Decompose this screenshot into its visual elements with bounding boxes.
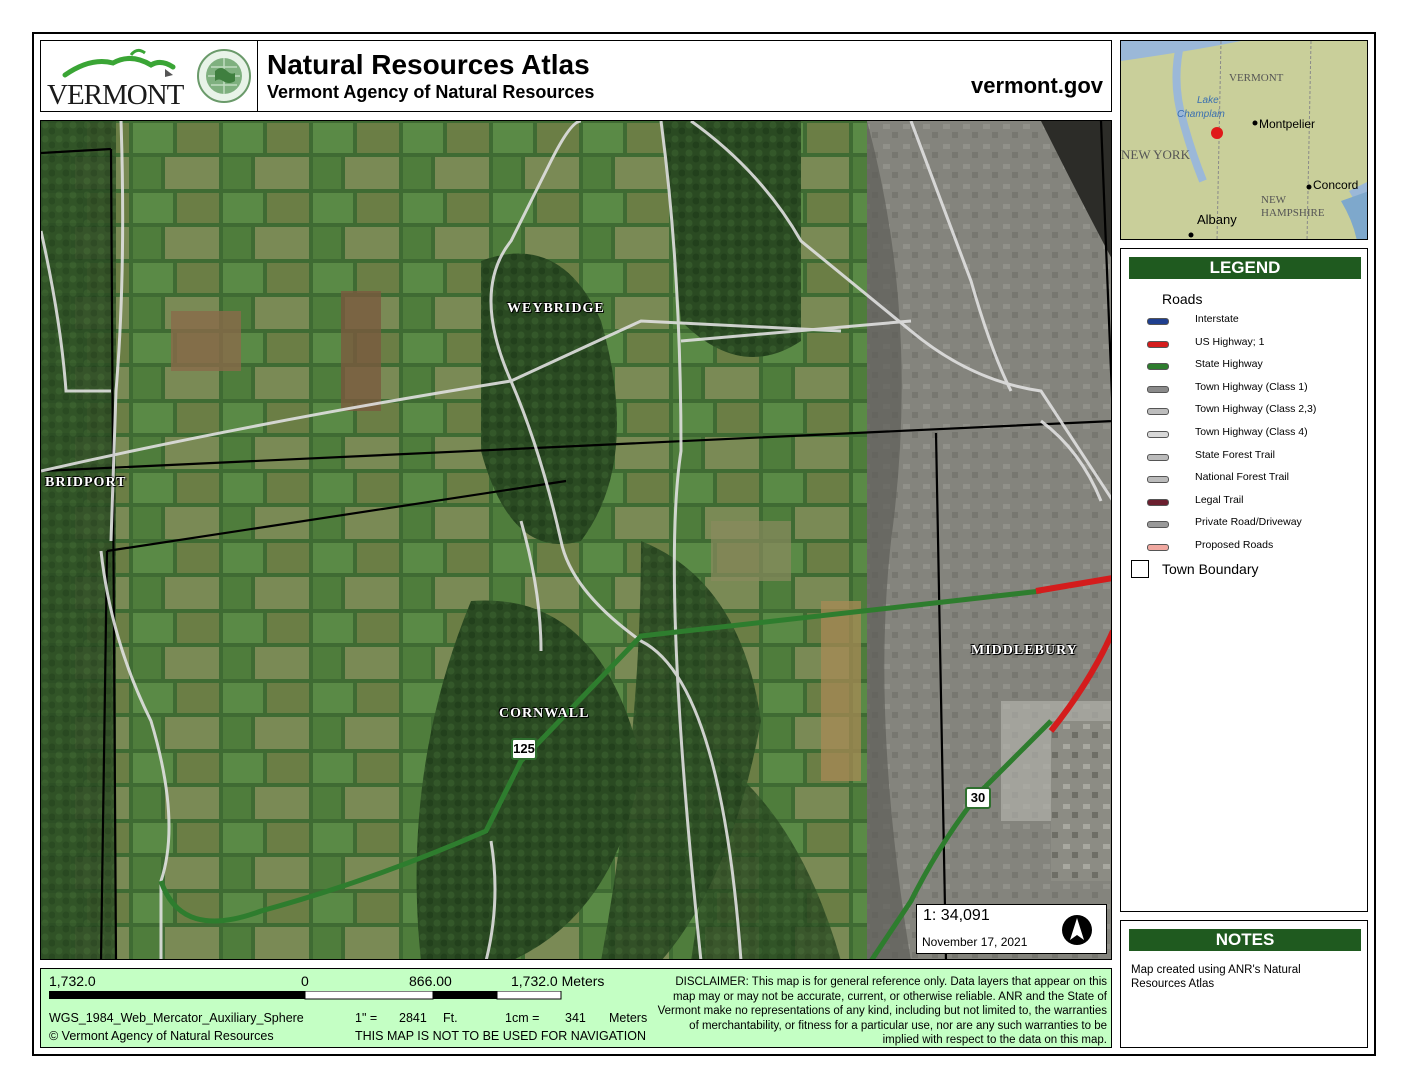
main-map[interactable]: WEYBRIDGE BRIDPORT CORNWALL MIDDLEBURY 1… — [40, 120, 1112, 960]
north-arrow-icon — [1062, 915, 1092, 945]
route-30-shield: 30 — [965, 787, 991, 809]
notes-panel: NOTES Map created using ANR's Natural Re… — [1120, 920, 1368, 1048]
legend-swatch — [1147, 408, 1169, 416]
projection-label: WGS_1984_Web_Mercator_Auxiliary_Sphere — [49, 1011, 304, 1025]
town-label-weybridge: WEYBRIDGE — [507, 301, 605, 316]
cm-scale-value: 341 — [565, 1011, 586, 1025]
legend-item: National Forest Trail — [1147, 469, 1367, 489]
legend-item-label: Legal Trail — [1195, 493, 1244, 506]
legend-item-label: US Highway; 1 — [1195, 335, 1265, 348]
svg-text:Albany: Albany — [1197, 212, 1237, 227]
scale-bar-mid-label: 866.00 — [409, 973, 452, 989]
legend-swatch — [1147, 340, 1169, 348]
legend-swatch — [1147, 476, 1169, 484]
cm-scale-label: 1cm = — [505, 1011, 540, 1025]
legend-item: Proposed Roads — [1147, 537, 1367, 557]
legend-item-label: Private Road/Driveway — [1195, 516, 1302, 529]
town-boundary-swatch — [1131, 560, 1149, 578]
scale-bar-right-label: 1,732.0 Meters — [511, 973, 605, 989]
svg-text:Champlain: Champlain — [1177, 109, 1225, 120]
town-label-middlebury: MIDDLEBURY — [971, 643, 1078, 658]
legend-item: State Highway — [1147, 356, 1367, 376]
header: VERMONT Natural Resources Atlas Vermont … — [40, 40, 1112, 112]
legend-item: State Forest Trail — [1147, 447, 1367, 467]
vermont-logo-text: VERMONT — [47, 79, 184, 111]
svg-text:NEW YORK: NEW YORK — [1121, 147, 1191, 162]
scale-bar — [49, 991, 562, 1000]
map-date: November 17, 2021 — [922, 935, 1028, 949]
legend-swatch — [1147, 318, 1169, 325]
legend-item: Private Road/Driveway — [1147, 514, 1367, 534]
site-link[interactable]: vermont.gov — [971, 73, 1103, 99]
scale-bar-zero-label: 0 — [301, 973, 309, 989]
scale-date-box: 1: 34,091 November 17, 2021 — [916, 904, 1107, 954]
legend-item: Town Highway (Class 1) — [1147, 379, 1367, 399]
cm-scale-unit: Meters — [609, 1011, 648, 1025]
legend-swatch — [1147, 385, 1169, 393]
scale-bar-left-label: 1,732.0 — [49, 973, 96, 989]
page-title: Natural Resources Atlas — [267, 49, 590, 80]
scale-ratio: 1: 34,091 — [923, 907, 990, 924]
route-125-shield: 125 — [511, 738, 537, 760]
legend-panel: LEGEND Roads Interstate US Highway; 1 Stat… — [1120, 248, 1368, 912]
legend-swatch — [1147, 521, 1169, 529]
notes-title: NOTES — [1129, 929, 1361, 951]
inset-map-graphic: VERMONT Lake Champlain Montpelier NEW YO… — [1121, 41, 1367, 239]
aerial-imagery — [41, 121, 1111, 959]
legend-item: US Highway; 1 — [1147, 334, 1367, 354]
svg-text:Concord: Concord — [1313, 178, 1358, 192]
svg-text:HAMPSHIRE: HAMPSHIRE — [1261, 207, 1325, 219]
legend-item-label: Interstate — [1195, 313, 1239, 325]
inch-scale-unit: Ft. — [443, 1011, 458, 1025]
town-label-cornwall: CORNWALL — [499, 706, 590, 721]
legend-swatch — [1147, 544, 1169, 551]
legend-item-label: Town Highway (Class 2,3) — [1195, 403, 1317, 416]
anr-globe-icon — [197, 49, 251, 103]
legend-item: Legal Trail — [1147, 492, 1367, 512]
navigation-warning: THIS MAP IS NOT TO BE USED FOR NAVIGATIO… — [355, 1029, 647, 1043]
notes-text: Map created using ANR's Natural Resource… — [1131, 964, 1301, 990]
legend-item: Town Highway (Class 2,3) — [1147, 401, 1367, 421]
copyright-text: © Vermont Agency of Natural Resources — [49, 1029, 274, 1043]
legend-swatch — [1147, 453, 1169, 461]
svg-text:Montpelier: Montpelier — [1259, 117, 1315, 131]
page-subtitle: Vermont Agency of Natural Resources — [267, 82, 595, 102]
inset-locator-map: VERMONT Lake Champlain Montpelier NEW YO… — [1120, 40, 1368, 240]
legend-item: Town Highway (Class 4) — [1147, 424, 1367, 444]
svg-text:Lake: Lake — [1197, 95, 1219, 106]
town-label-bridport: BRIDPORT — [45, 475, 127, 490]
legend-swatch — [1147, 498, 1169, 506]
legend-item-label: National Forest Trail — [1195, 471, 1289, 484]
inch-scale-label: 1" = — [355, 1011, 378, 1025]
logo-area: VERMONT — [41, 41, 258, 111]
town-boundary-label: Town Boundary — [1162, 561, 1259, 577]
legend-item-label: Town Highway (Class 4) — [1195, 426, 1308, 438]
svg-text:VERMONT: VERMONT — [1229, 72, 1284, 84]
legend-item-label: State Highway — [1195, 358, 1263, 371]
footer-panel: 1,732.0 0 866.00 1,732.0 Meters WGS_1984… — [40, 968, 1112, 1048]
legend-item-label: State Forest Trail — [1195, 448, 1275, 461]
legend-item: Interstate — [1147, 311, 1367, 331]
legend-swatch — [1147, 431, 1169, 438]
legend-item-label: Town Highway (Class 1) — [1195, 380, 1308, 393]
disclaimer-text: DISCLAIMER: This map is for general refe… — [657, 976, 1107, 1046]
svg-text:NEW: NEW — [1261, 194, 1287, 206]
legend-title: LEGEND — [1129, 257, 1361, 279]
inch-scale-value: 2841 — [399, 1011, 427, 1025]
legend-swatch — [1147, 363, 1169, 371]
legend-group-roads: Roads — [1162, 291, 1203, 307]
legend-item-label: Proposed Roads — [1195, 539, 1274, 551]
